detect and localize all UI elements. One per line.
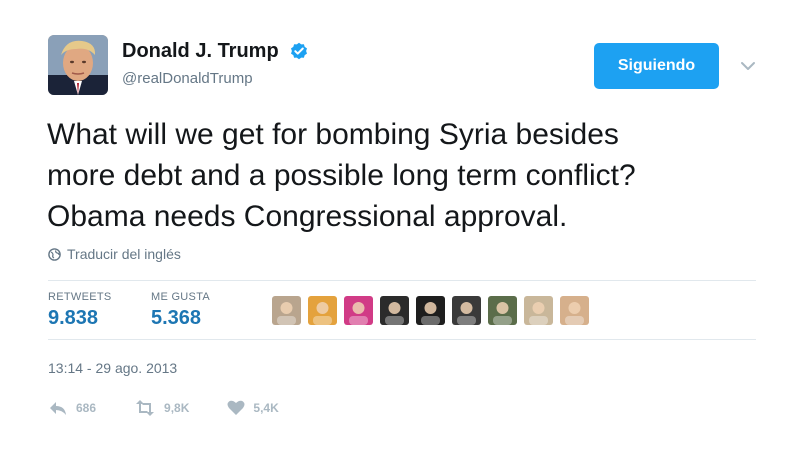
liker-avatar[interactable] — [380, 296, 409, 325]
liker-avatars — [272, 296, 596, 325]
retweets-label: RETWEETS — [48, 291, 112, 303]
heart-icon — [227, 400, 245, 415]
divider — [48, 280, 756, 281]
retweet-button[interactable]: 9,8K — [134, 400, 189, 416]
author-fullname-text[interactable]: Donald J. Trump — [122, 40, 279, 62]
tweet-timestamp[interactable]: 13:14 - 29 ago. 2013 — [48, 360, 177, 376]
like-button[interactable]: 5,4K — [227, 400, 279, 416]
like-count: 5,4K — [253, 401, 279, 415]
likes-value[interactable]: 5.368 — [151, 307, 210, 330]
reply-button[interactable]: 686 — [48, 400, 96, 416]
liker-avatar[interactable] — [560, 296, 589, 325]
translate-link[interactable]: Traducir del inglés — [48, 246, 181, 262]
verified-badge-icon — [290, 42, 308, 66]
tweet-card: Donald J. Trump @realDonaldTrump Siguien… — [0, 0, 800, 458]
reply-count: 686 — [76, 401, 97, 415]
translate-label[interactable]: Traducir del inglés — [67, 246, 181, 262]
retweets-value[interactable]: 9.838 — [48, 307, 112, 330]
author-fullname[interactable]: Donald J. Trump — [122, 40, 308, 66]
tweet-text-line: Obama needs Congressional approval. — [47, 200, 568, 233]
action-bar: 686 9,8K 5,4K — [48, 400, 317, 416]
tweet-text-line: What will we get for bombing Syria besid… — [47, 118, 619, 151]
liker-avatar[interactable] — [416, 296, 445, 325]
liker-avatar[interactable] — [488, 296, 517, 325]
liker-avatar[interactable] — [308, 296, 337, 325]
likes-label: ME GUSTA — [151, 291, 211, 303]
reply-icon — [50, 402, 66, 415]
avatar[interactable] — [48, 35, 108, 95]
following-button[interactable]: Siguiendo — [594, 43, 719, 89]
liker-avatar[interactable] — [272, 296, 301, 325]
globe-icon — [48, 247, 61, 261]
liker-avatar[interactable] — [452, 296, 481, 325]
chevron-down-icon[interactable] — [740, 58, 756, 76]
author-username[interactable]: @realDonaldTrump — [122, 70, 253, 87]
retweet-icon — [136, 400, 155, 416]
tweet-text-line: more debt and a possible long term confl… — [47, 159, 636, 192]
tweet-text: What will we get for bombing Syria besid… — [47, 114, 767, 237]
liker-avatar[interactable] — [524, 296, 553, 325]
retweets-stat[interactable]: RETWEETS 9.838 — [48, 291, 112, 330]
likes-stat[interactable]: ME GUSTA 5.368 — [151, 291, 210, 330]
liker-avatar[interactable] — [344, 296, 373, 325]
retweet-count: 9,8K — [164, 401, 190, 415]
divider — [48, 339, 756, 340]
